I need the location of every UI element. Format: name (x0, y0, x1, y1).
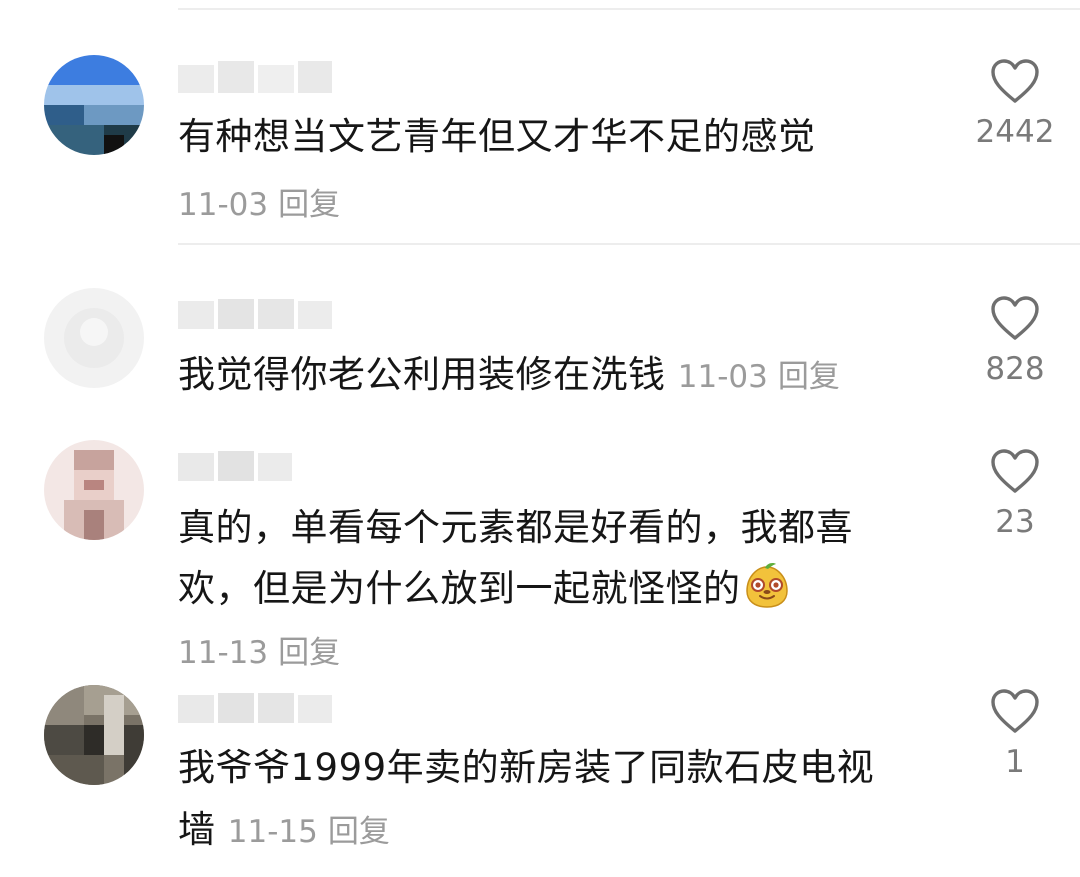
like-control[interactable]: 1 (950, 688, 1080, 782)
like-count: 828 (985, 351, 1045, 387)
comment-meta: 11-13 回复 (178, 633, 340, 673)
heart-outline-icon[interactable] (990, 688, 1040, 734)
username-blurred[interactable] (178, 687, 333, 727)
comment-meta: 11-03 回复 (178, 185, 340, 225)
username-blurred[interactable] (178, 57, 333, 97)
comment-text: 有种想当文艺青年但又才华不足的感觉 (178, 115, 816, 158)
like-control[interactable]: 2442 (950, 58, 1080, 152)
heart-outline-icon[interactable] (990, 295, 1040, 341)
avatar[interactable] (44, 55, 144, 155)
reply-button[interactable]: 回复 (278, 187, 340, 223)
like-count: 1 (1005, 744, 1025, 780)
top-divider (178, 8, 1080, 10)
comment-date: 11-03 (178, 187, 269, 223)
avatar[interactable] (44, 685, 144, 785)
like-control[interactable]: 23 (950, 448, 1080, 542)
like-count: 2442 (975, 114, 1055, 150)
username-blurred[interactable] (178, 445, 333, 485)
reply-button[interactable]: 回复 (328, 814, 390, 850)
smiling-fruit-emoji (745, 563, 788, 608)
comment-text: 真的，单看每个元素都是好看的，我都喜 欢，但是为什么放到一起就怪怪的 (178, 506, 853, 610)
comment-text: 我觉得你老公利用装修在洗钱 11-03 回复 (178, 353, 840, 396)
like-control[interactable]: 828 (950, 295, 1080, 389)
comment-text: 我爷爷1999年卖的新房装了同款石皮电视 墙 11-15 回复 (178, 746, 875, 851)
comment-date: 11-13 (178, 635, 269, 671)
reply-button[interactable]: 回复 (778, 359, 840, 395)
avatar[interactable] (44, 288, 144, 388)
reply-button[interactable]: 回复 (278, 635, 340, 671)
username-blurred[interactable] (178, 293, 333, 333)
comment-date: 11-03 (677, 359, 768, 395)
heart-outline-icon[interactable] (990, 448, 1040, 494)
like-count: 23 (995, 504, 1035, 540)
comment-divider (178, 243, 1080, 245)
comment-date: 11-15 (227, 814, 318, 850)
avatar[interactable] (44, 440, 144, 540)
heart-outline-icon[interactable] (990, 58, 1040, 104)
